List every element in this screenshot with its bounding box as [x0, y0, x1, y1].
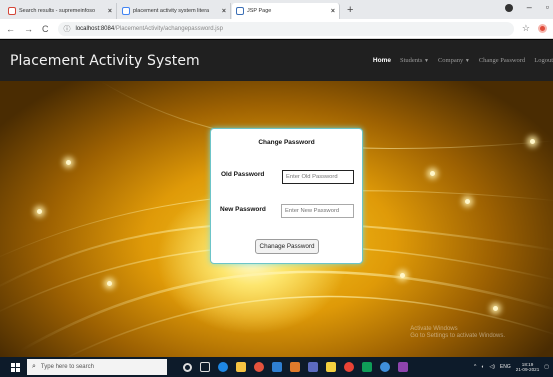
- app-icon[interactable]: [308, 362, 318, 372]
- system-tray: ^ ◐ ◁) ENG 18:19 21-09-2021 ▢: [474, 357, 549, 377]
- sparkle: [66, 160, 71, 165]
- sparkle: [37, 209, 42, 214]
- app-icon[interactable]: [398, 362, 408, 372]
- taskbar-search-placeholder: Type here to search: [40, 364, 94, 370]
- activate-windows-watermark: Activate Windows Go to Settings to activ…: [410, 326, 505, 340]
- minimize-icon[interactable]: –: [527, 2, 532, 12]
- nav-home[interactable]: Home: [373, 57, 391, 64]
- taskbar-apps: [183, 362, 408, 372]
- chrome-active-icon[interactable]: [344, 362, 354, 372]
- sparkle: [493, 306, 498, 311]
- edge-icon[interactable]: [218, 362, 228, 372]
- nav-company-label: Company: [437, 57, 464, 64]
- close-tab-icon[interactable]: ×: [108, 8, 112, 15]
- profile-icon[interactable]: [504, 4, 513, 12]
- forward-arrow-icon[interactable]: →: [24, 24, 33, 34]
- sticky-notes-icon[interactable]: [326, 362, 336, 372]
- netbeans-icon[interactable]: [290, 362, 300, 372]
- new-password-input[interactable]: [281, 204, 354, 218]
- chevron-up-icon[interactable]: ^: [474, 364, 476, 370]
- file-explorer-icon[interactable]: [236, 362, 246, 372]
- language-indicator[interactable]: ENG: [500, 364, 511, 370]
- address-bar: ← → C ⓘ localhost:8084/PlacementActivity…: [0, 19, 553, 39]
- change-password-button[interactable]: Chanage Password: [255, 239, 319, 254]
- tab-title: placement activity system litera: [133, 8, 210, 14]
- nav-students[interactable]: Students ▼: [400, 57, 429, 64]
- reload-icon[interactable]: C: [42, 24, 49, 34]
- window-controls: – ▫: [504, 2, 549, 12]
- maximize-icon[interactable]: ▫: [546, 2, 549, 12]
- caret-down-icon: ▼: [464, 59, 470, 64]
- new-password-label: New Password: [220, 206, 266, 213]
- caret-down-icon: ▼: [424, 59, 429, 64]
- app-icon[interactable]: [380, 362, 390, 372]
- url-host: localhost:8084: [75, 25, 115, 32]
- tab-title: JSP Page: [247, 8, 272, 14]
- chrome-icon[interactable]: [254, 362, 264, 372]
- clock[interactable]: 18:19 21-09-2021: [516, 362, 540, 373]
- windows-taskbar: ⌕ Type here to search ^ ◐ ◁) ENG 18:19 2…: [0, 357, 553, 377]
- sparkle: [465, 199, 470, 204]
- notification-icon[interactable]: ▢: [544, 364, 549, 370]
- page-icon: [236, 7, 244, 15]
- url-input[interactable]: ⓘ localhost:8084/PlacementActivity/achan…: [57, 21, 514, 36]
- sparkle: [430, 171, 435, 176]
- browser-tab-gmail[interactable]: Search results - supremeinfoso ×: [4, 3, 117, 19]
- windows-start-icon[interactable]: [7, 359, 23, 375]
- nav-students-label: Students: [399, 57, 423, 64]
- tab-title: Search results - supremeinfoso: [19, 8, 96, 14]
- nav-logout[interactable]: Logout: [534, 57, 553, 64]
- watermark-line1: Activate Windows: [410, 326, 458, 332]
- bookmark-star-icon[interactable]: ☆: [522, 23, 530, 34]
- form-title: Change Password: [258, 139, 315, 146]
- clock-date: 21-09-2021: [515, 367, 540, 372]
- browser-tab-google[interactable]: placement activity system litera ×: [118, 3, 231, 19]
- store-icon[interactable]: [272, 362, 282, 372]
- task-view-icon[interactable]: [200, 362, 210, 372]
- app-icon[interactable]: [362, 362, 372, 372]
- new-tab-icon[interactable]: +: [347, 4, 353, 16]
- close-tab-icon[interactable]: ×: [222, 8, 226, 15]
- browser-tab-strip: Search results - supremeinfoso × placeme…: [0, 0, 553, 19]
- google-icon: [122, 7, 130, 15]
- sparkle: [400, 273, 405, 278]
- change-password-form: Change Password Old Password New Passwor…: [210, 128, 363, 264]
- old-password-input[interactable]: [282, 170, 354, 184]
- close-tab-icon[interactable]: ×: [331, 8, 335, 15]
- old-password-label: Old Password: [221, 171, 265, 178]
- nav-company[interactable]: Company ▼: [438, 57, 470, 64]
- url-path: /PlacementActivity/achangepassword.jsp: [114, 25, 223, 32]
- nav-change-password[interactable]: Change Password: [479, 57, 525, 64]
- network-icon[interactable]: ◐: [481, 364, 484, 370]
- volume-icon[interactable]: ◁): [489, 364, 495, 370]
- nav-links: Home Students ▼ Company ▼ Change Passwor…: [373, 40, 553, 81]
- watermark-line2: Go to Settings to activate Windows.: [410, 333, 505, 339]
- gmail-icon: [8, 7, 16, 15]
- browser-tab-jsp[interactable]: JSP Page ×: [232, 3, 340, 19]
- cortana-icon[interactable]: [183, 362, 192, 372]
- info-icon[interactable]: ⓘ: [64, 24, 71, 34]
- search-icon: ⌕: [32, 363, 36, 370]
- brand-title[interactable]: Placement Activity System: [10, 53, 200, 69]
- taskbar-search-input[interactable]: ⌕ Type here to search: [27, 359, 167, 375]
- sparkle: [107, 281, 112, 286]
- back-arrow-icon[interactable]: ←: [6, 24, 15, 34]
- sparkle: [530, 139, 535, 144]
- extension-icon[interactable]: [538, 24, 547, 33]
- app-navbar: Placement Activity System Home Students …: [0, 40, 553, 81]
